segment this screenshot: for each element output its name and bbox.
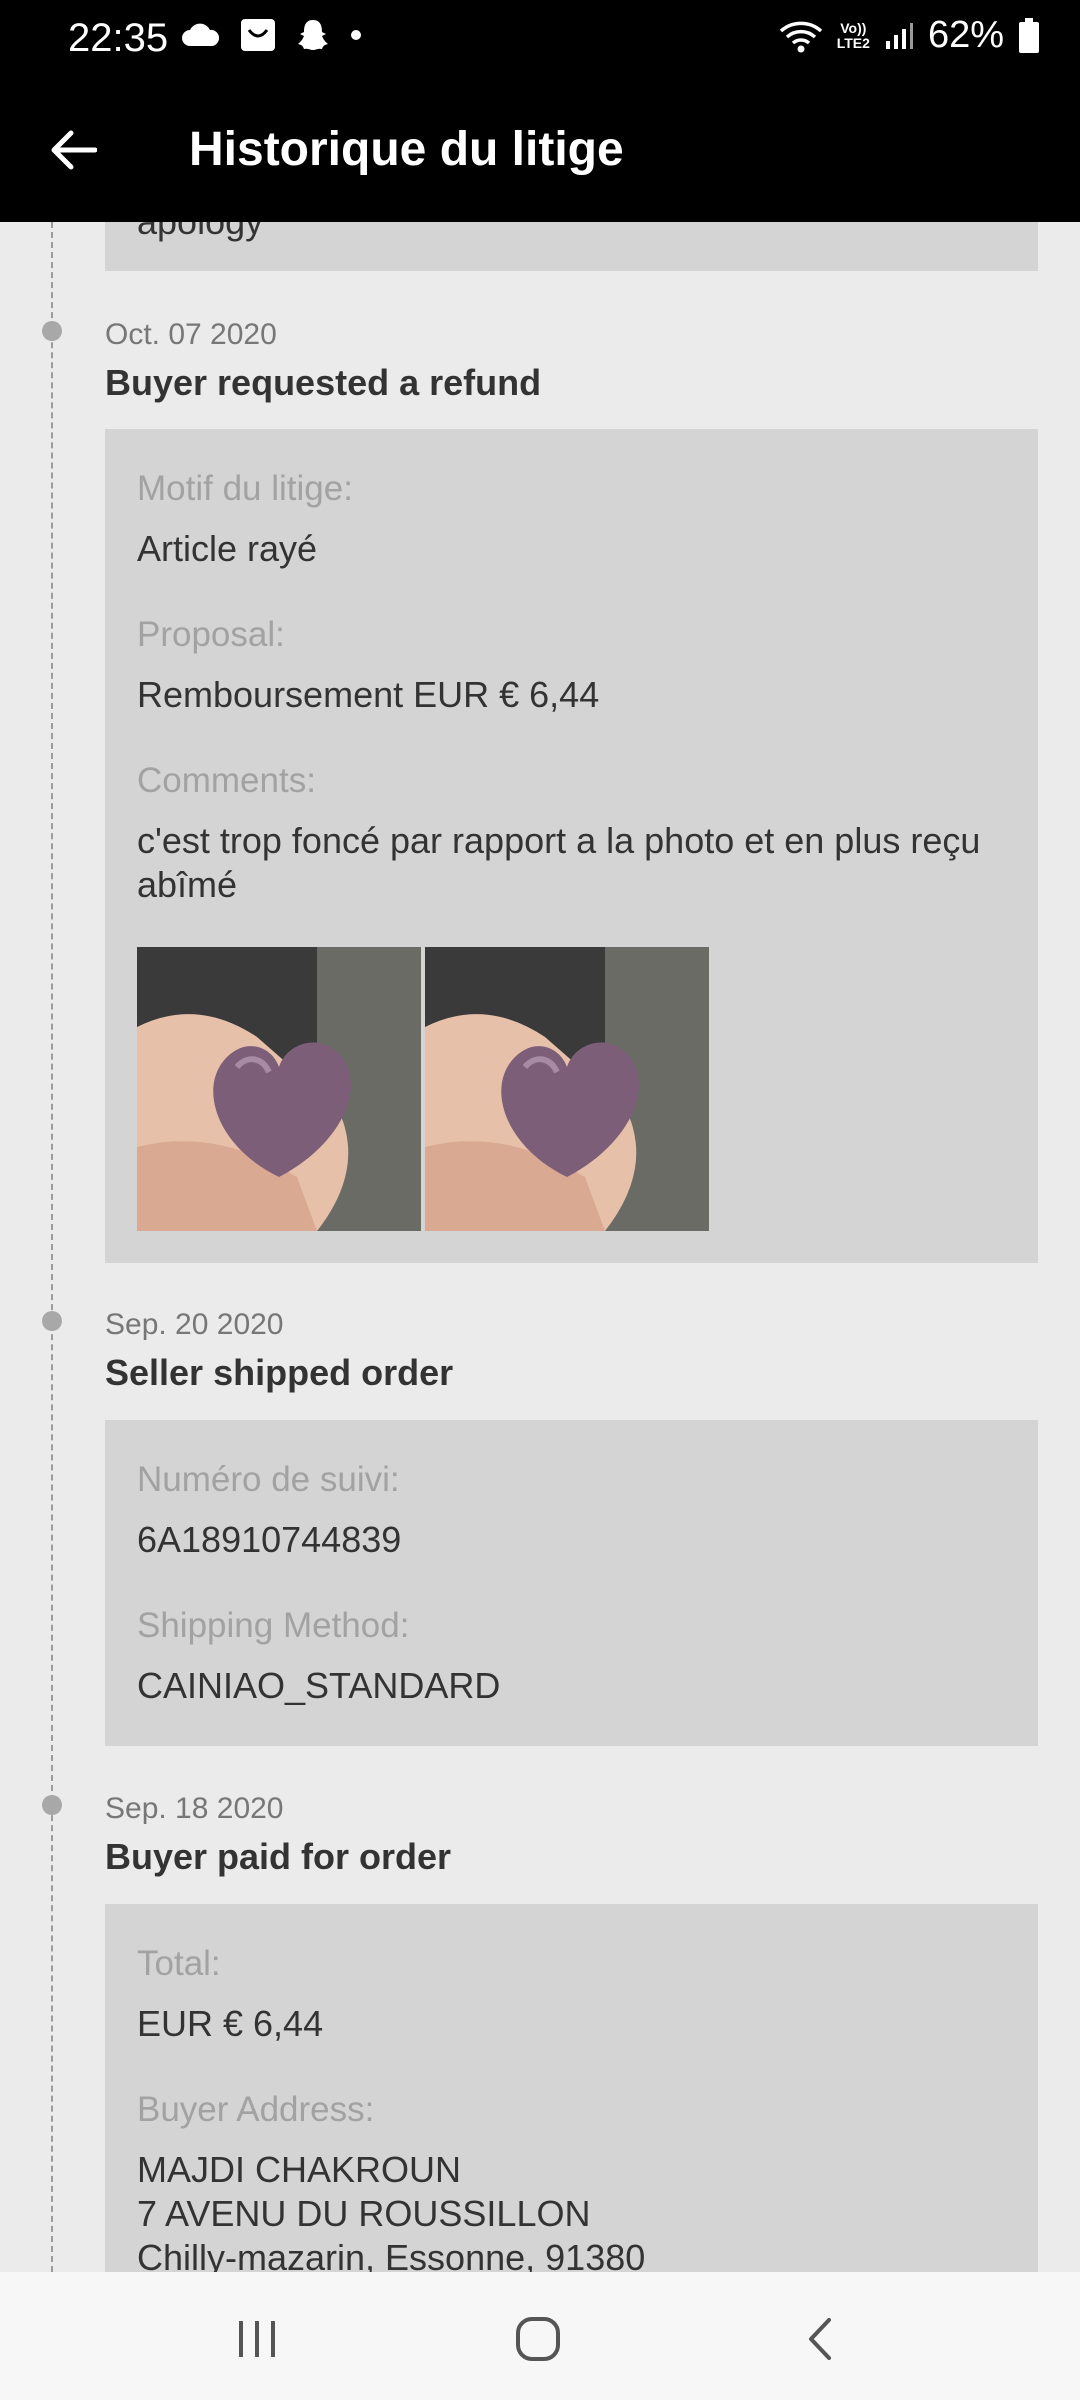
back-icon	[809, 2318, 831, 2360]
event-title: Seller shipped order	[105, 1352, 454, 1393]
volte-label: Vo))	[840, 19, 867, 36]
status-bar: 22:35 Vo)) LTE2 62%	[0, 0, 1080, 78]
field-value: Article rayé	[137, 528, 318, 569]
timeline-dot	[42, 1311, 62, 1331]
total-amount: EUR € 6,44	[137, 2003, 324, 2044]
wifi-icon	[779, 21, 822, 52]
field-label: Motif du litige:	[137, 469, 353, 508]
refund-request-card: Motif du litige: Article rayé Proposal: …	[105, 429, 1038, 1263]
home-icon	[516, 2317, 560, 2361]
field-label: Total:	[137, 1944, 221, 1983]
previous-event-card: apology	[105, 222, 1038, 271]
field-label: Numéro de suivi:	[137, 1460, 400, 1499]
cloud-icon	[182, 23, 220, 46]
status-time: 22:35	[68, 16, 169, 60]
snapchat-icon	[298, 20, 328, 50]
timeline-dot	[42, 1795, 62, 1815]
battery-percent: 62%	[927, 14, 1004, 56]
inbox-icon	[241, 19, 275, 51]
event-date: Sep. 20 2020	[105, 1308, 284, 1341]
nav-back-button[interactable]	[780, 2304, 860, 2374]
event-title: Buyer paid for order	[105, 1836, 452, 1877]
battery-icon	[1019, 17, 1039, 53]
previous-event-text: apology	[137, 222, 997, 244]
app-bar: Historique du litige	[0, 78, 1080, 222]
tracking-number: 6A18910744839	[137, 1519, 402, 1560]
back-button[interactable]	[40, 116, 108, 184]
timeline-line	[51, 222, 53, 2272]
evidence-photo-2[interactable]	[425, 947, 709, 1231]
shipping-card: Numéro de suivi: 6A18910744839 Shipping …	[105, 1420, 1038, 1746]
dispute-history-timeline[interactable]: apology Oct. 07 2020 Buyer requested a r…	[0, 222, 1080, 2272]
field-value: Remboursement EUR € 6,44	[137, 674, 600, 715]
buyer-address: MAJDI CHAKROUN 7 AVENU DU ROUSSILLON Chi…	[137, 2148, 997, 2272]
arrow-left-icon	[51, 130, 97, 170]
evidence-photo-1[interactable]	[137, 947, 421, 1231]
lte-label: LTE2	[836, 34, 870, 51]
field-label: Proposal:	[137, 615, 285, 654]
home-button[interactable]	[498, 2304, 578, 2374]
field-value: c'est trop foncé par rapport a la photo …	[137, 820, 981, 905]
system-nav-bar	[0, 2272, 1080, 2400]
notification-icons	[180, 18, 362, 52]
page-title: Historique du litige	[189, 123, 624, 176]
address-line: MAJDI CHAKROUN	[137, 2149, 462, 2190]
timeline-dot	[42, 321, 62, 341]
event-title: Buyer requested a refund	[105, 362, 542, 403]
event-date: Sep. 18 2020	[105, 1792, 284, 1825]
event-date: Oct. 07 2020	[105, 318, 277, 351]
recent-apps-button[interactable]	[217, 2304, 297, 2374]
field-label: Buyer Address:	[137, 2090, 375, 2129]
field-label: Shipping Method:	[137, 1606, 410, 1645]
shipping-method: CAINIAO_STANDARD	[137, 1665, 501, 1706]
system-icons: Vo)) LTE2 62%	[779, 14, 1040, 57]
network-type: Vo)) LTE2	[836, 19, 870, 51]
field-label: Comments:	[137, 761, 316, 800]
dot-icon	[351, 30, 361, 40]
recent-apps-icon	[239, 2321, 275, 2357]
address-line: Chilly-mazarin, Essonne, 91380	[137, 2237, 646, 2272]
payment-card: Total: EUR € 6,44 Buyer Address: MAJDI C…	[105, 1904, 1038, 2272]
signal-icon	[885, 22, 913, 49]
address-line: 7 AVENU DU ROUSSILLON	[137, 2193, 591, 2234]
